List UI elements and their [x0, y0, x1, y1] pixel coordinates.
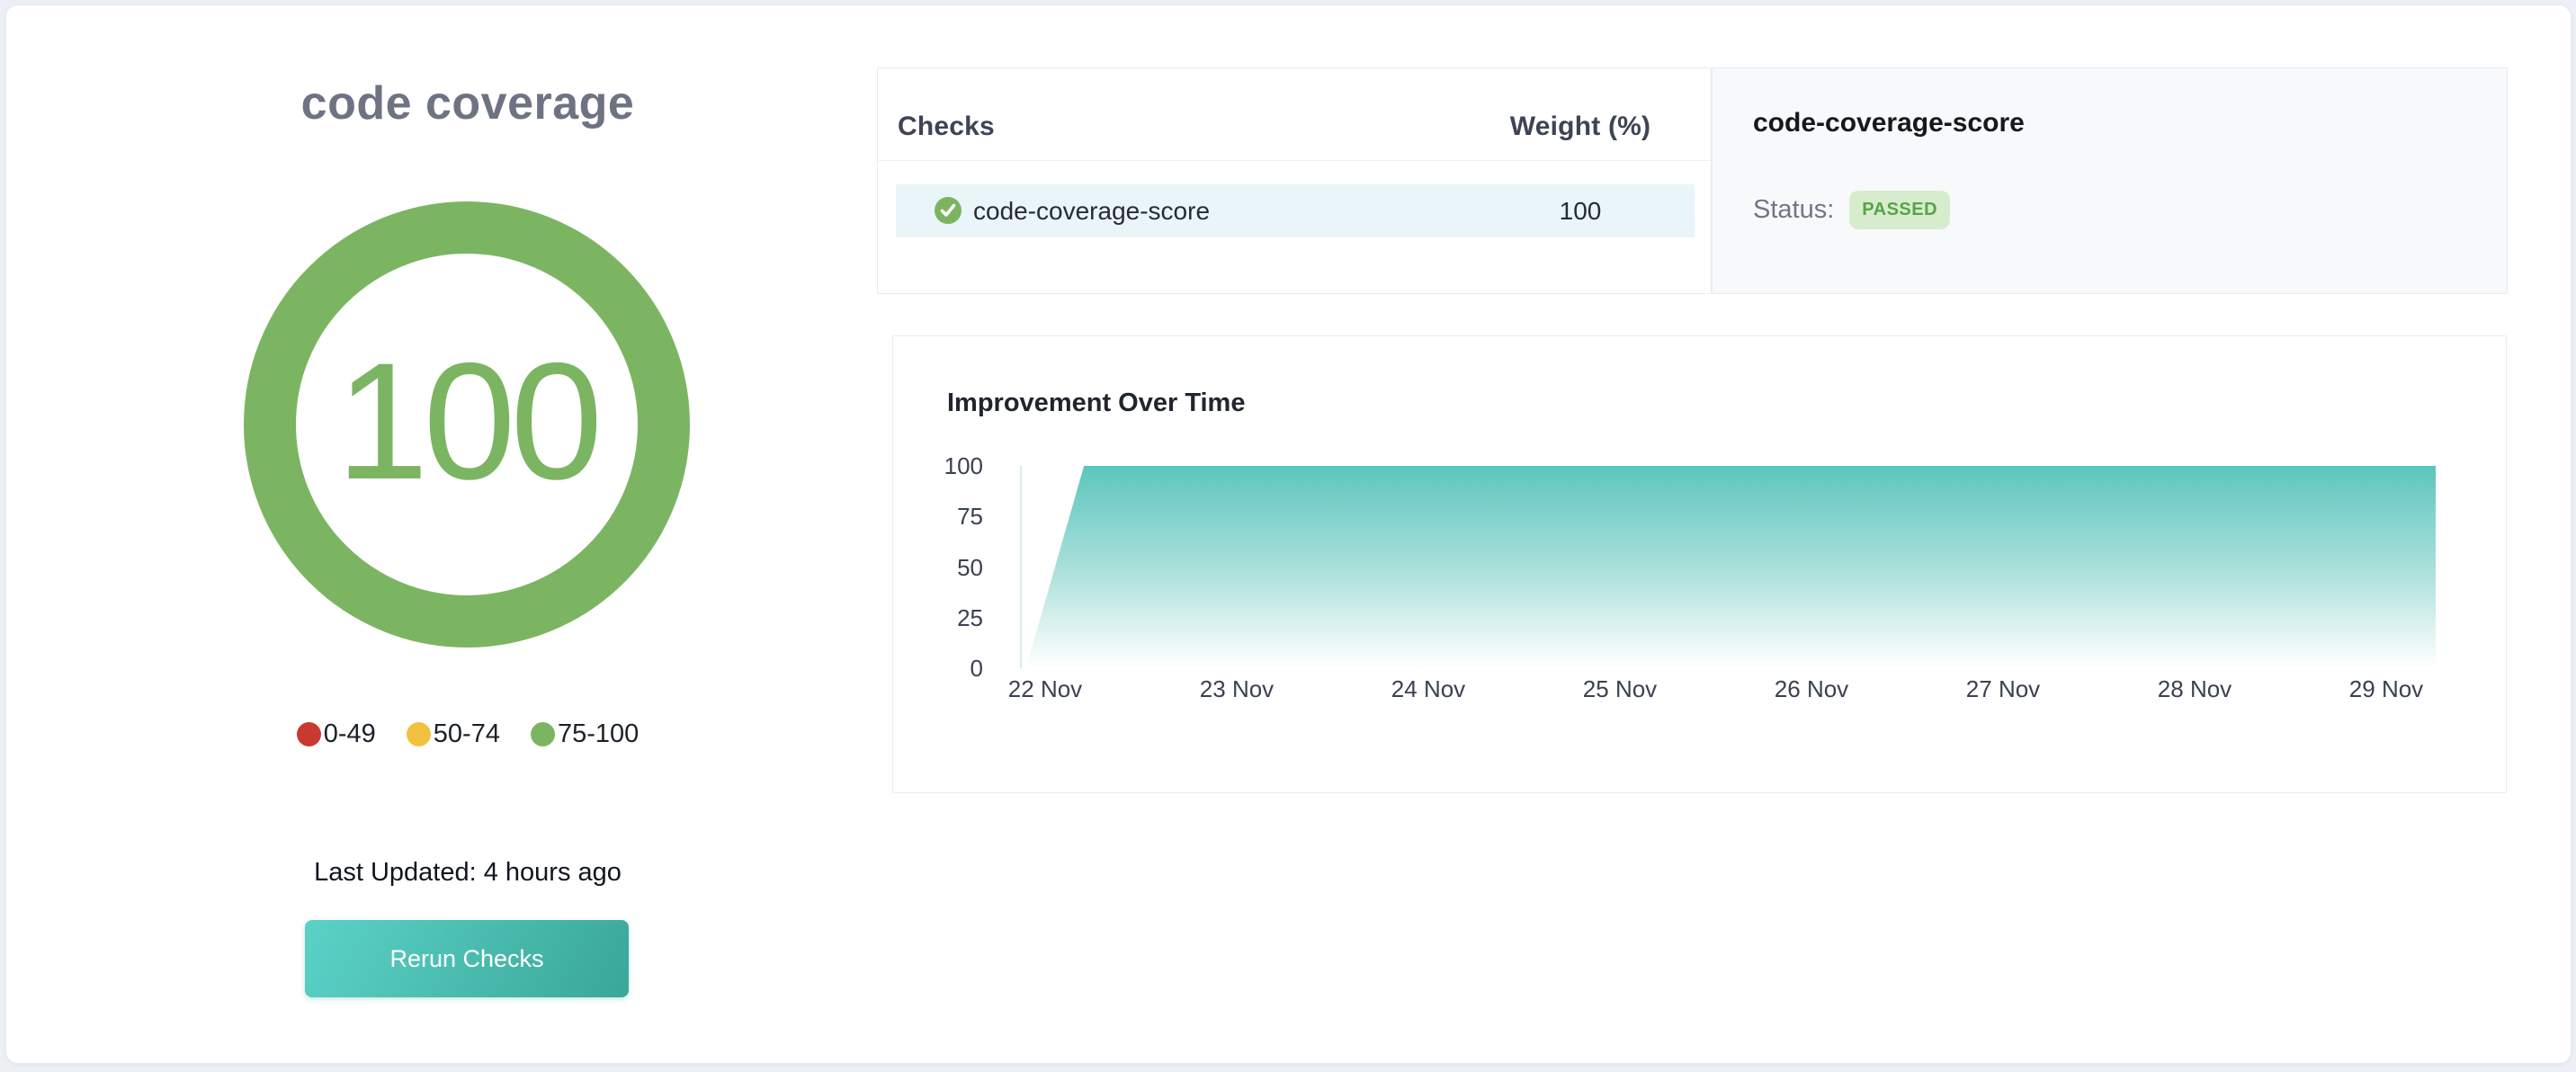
status-label: Status:: [1753, 195, 1834, 225]
y-axis-tick-label: 50: [893, 556, 983, 579]
page-title: code coverage: [162, 72, 774, 135]
detail-title: code-coverage-score: [1753, 108, 2025, 138]
legend-item: 75-100: [531, 719, 639, 749]
x-axis-tick-label: 27 Nov: [1940, 676, 2066, 701]
x-axis-tick-label: 26 Nov: [1749, 676, 1874, 701]
check-name: code-coverage-score: [973, 184, 1210, 237]
passed-check-icon: [935, 197, 962, 224]
y-axis-tick-label: 75: [893, 505, 983, 528]
status-line: Status: PASSED: [1753, 191, 1950, 229]
x-axis-tick-label: 29 Nov: [2323, 676, 2449, 701]
legend-dot-icon: [407, 722, 431, 746]
legend-label: 75-100: [558, 719, 639, 749]
legend-dot-icon: [297, 722, 321, 746]
x-axis-tick-label: 25 Nov: [1557, 676, 1683, 701]
table-row[interactable]: code-coverage-score 100: [896, 184, 1695, 237]
area-fill: [1026, 466, 2436, 668]
status-badge: PASSED: [1849, 191, 1950, 229]
last-updated-text: Last Updated: 4 hours ago: [162, 856, 774, 889]
rerun-checks-button[interactable]: Rerun Checks: [305, 920, 629, 997]
y-axis-tick-label: 0: [893, 657, 983, 680]
check-weight: 100: [1490, 184, 1670, 237]
gauge-value: 100: [244, 201, 690, 648]
checks-column-header: Checks: [898, 112, 995, 142]
score-legend: 0-49 50-74 75-100: [162, 718, 774, 750]
y-axis-tick-label: 100: [893, 454, 983, 478]
x-axis-tick-label: 28 Nov: [2132, 676, 2258, 701]
improvement-chart-card: Improvement Over Time 100 75 50 25 0 22 Nov 2…: [892, 335, 2507, 793]
x-axis-tick-label: 23 Nov: [1174, 676, 1300, 701]
check-detail-card: code-coverage-score Status: PASSED: [1712, 67, 2508, 294]
weight-column-header: Weight (%): [1490, 112, 1670, 142]
y-axis-tick-label: 25: [893, 606, 983, 630]
legend-label: 50-74: [434, 719, 500, 749]
checks-table-header-row: Checks Weight (%): [878, 68, 1711, 161]
legend-label: 0-49: [324, 719, 376, 749]
legend-item: 50-74: [407, 719, 500, 749]
page-background: code coverage 100 0-49 50-74 75-100 Last U…: [0, 0, 2576, 1072]
checks-table-card: Checks Weight (%) code-coverage-score 100: [877, 67, 1712, 294]
x-axis-tick-label: 22 Nov: [982, 676, 1108, 701]
x-axis-tick-label: 24 Nov: [1365, 676, 1491, 701]
legend-item: 0-49: [297, 719, 376, 749]
legend-dot-icon: [531, 722, 555, 746]
chart-title: Improvement Over Time: [947, 389, 1245, 418]
score-gauge: 100: [244, 201, 690, 648]
area-chart-svg: [1022, 466, 2436, 668]
